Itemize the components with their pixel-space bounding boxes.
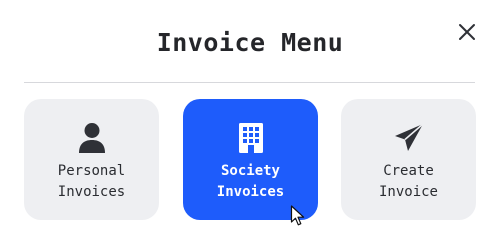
paper-plane-icon — [394, 123, 424, 151]
dialog-title: Invoice Menu — [156, 28, 344, 57]
society-invoices-label: Society Invoices — [216, 163, 285, 200]
person-icon — [78, 123, 105, 153]
building-icon — [238, 123, 263, 153]
close-icon — [459, 24, 475, 40]
personal-invoices-option[interactable]: Personal Invoices — [24, 99, 159, 220]
create-invoice-label: Create Invoice — [378, 163, 438, 200]
mouse-cursor — [290, 205, 306, 227]
invoice-menu-dialog: Invoice Menu Personal Invoices Society I… — [0, 0, 500, 244]
personal-invoices-label: Personal Invoices — [57, 163, 126, 200]
close-button[interactable] — [456, 21, 478, 43]
pointer-icon — [290, 205, 305, 226]
divider — [24, 82, 475, 83]
society-invoices-option[interactable]: Society Invoices — [183, 99, 318, 220]
create-invoice-option[interactable]: Create Invoice — [341, 99, 476, 220]
